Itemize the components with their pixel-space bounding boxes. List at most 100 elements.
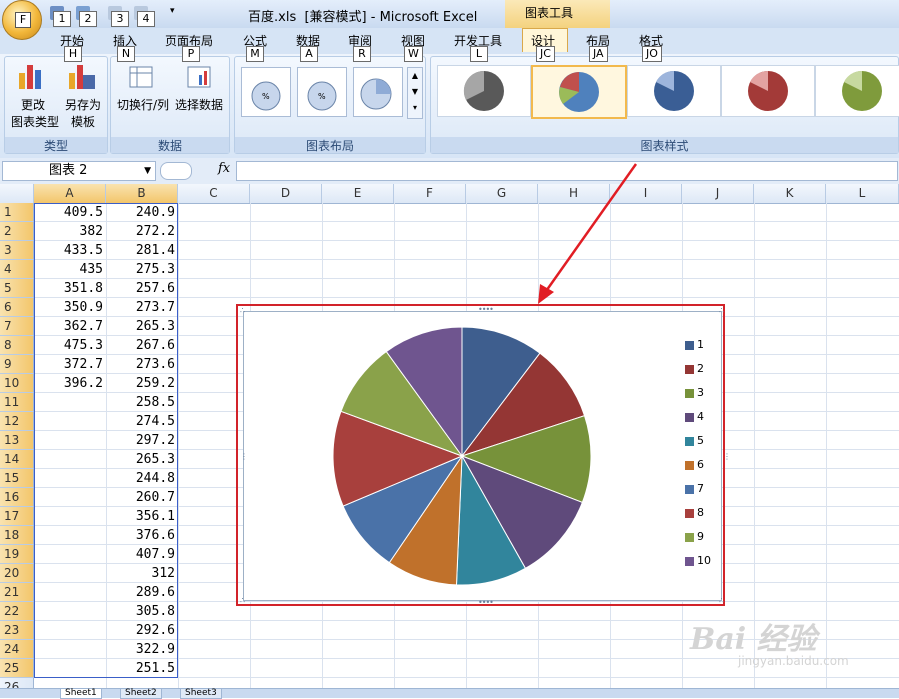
cell-b[interactable]: 376.6	[106, 526, 178, 545]
insert-function-icon[interactable]: fx	[218, 161, 230, 176]
save-as-template-button[interactable]: 另存为 模板	[60, 97, 106, 131]
row-header[interactable]: 7	[0, 317, 34, 336]
cell-a[interactable]: 372.7	[34, 355, 106, 374]
cell-b[interactable]: 260.7	[106, 488, 178, 507]
sheet-tab-1[interactable]: Sheet1	[60, 689, 102, 699]
cell-b[interactable]: 407.9	[106, 545, 178, 564]
row-header[interactable]: 20	[0, 564, 34, 583]
row-header[interactable]: 25	[0, 659, 34, 678]
cell-a[interactable]: 350.9	[34, 298, 106, 317]
row-header[interactable]: 1	[0, 203, 34, 222]
change-chart-type-button[interactable]: 更改 图表类型	[11, 97, 59, 131]
cell-a[interactable]: 409.5	[34, 203, 106, 222]
chart-style-1[interactable]	[437, 65, 531, 117]
column-header-e[interactable]: E	[322, 184, 394, 203]
cell-a[interactable]: 396.2	[34, 374, 106, 393]
cell-b[interactable]: 257.6	[106, 279, 178, 298]
column-header-c[interactable]: C	[178, 184, 250, 203]
column-header-k[interactable]: K	[754, 184, 826, 203]
cell-b[interactable]: 292.6	[106, 621, 178, 640]
row-header[interactable]: 22	[0, 602, 34, 621]
row-header[interactable]: 2	[0, 222, 34, 241]
switch-row-column-button[interactable]: 切换行/列	[115, 97, 171, 114]
chart-layout-3[interactable]	[353, 67, 403, 117]
cell-b[interactable]: 267.6	[106, 336, 178, 355]
cell-a[interactable]: 382	[34, 222, 106, 241]
cell-b[interactable]: 305.8	[106, 602, 178, 621]
cell-b[interactable]: 265.3	[106, 317, 178, 336]
column-header-a[interactable]: A	[34, 184, 106, 203]
resize-handle-left[interactable]: ⋮	[240, 452, 248, 461]
cell-b[interactable]: 281.4	[106, 241, 178, 260]
cell-b[interactable]: 322.9	[106, 640, 178, 659]
chart-style-4[interactable]	[721, 65, 815, 117]
row-header[interactable]: 23	[0, 621, 34, 640]
cell-b[interactable]: 275.3	[106, 260, 178, 279]
cell-b[interactable]: 273.7	[106, 298, 178, 317]
column-header-j[interactable]: J	[682, 184, 754, 203]
column-header-b[interactable]: B	[106, 184, 178, 203]
row-header[interactable]: 11	[0, 393, 34, 412]
row-header[interactable]: 14	[0, 450, 34, 469]
row-header[interactable]: 13	[0, 431, 34, 450]
resize-handle-right[interactable]: ⋮	[723, 452, 731, 461]
cell-a[interactable]: 362.7	[34, 317, 106, 336]
cell-b[interactable]: 274.5	[106, 412, 178, 431]
chart-style-5[interactable]	[815, 65, 899, 117]
cell-b[interactable]: 272.2	[106, 222, 178, 241]
sheet-tab-2[interactable]: Sheet2	[120, 689, 162, 699]
select-data-button[interactable]: 选择数据	[171, 97, 227, 114]
chart-style-2[interactable]	[531, 65, 627, 119]
cell-b[interactable]: 265.3	[106, 450, 178, 469]
cell-a[interactable]: 435	[34, 260, 106, 279]
office-button[interactable]: F	[2, 0, 42, 40]
cell-b[interactable]: 251.5	[106, 659, 178, 678]
resize-handle-bottom-left[interactable]: ∴	[240, 596, 245, 605]
chart-layout-2[interactable]: %	[297, 67, 347, 117]
resize-handle-top-left[interactable]: ∴	[240, 306, 245, 315]
chart-style-3[interactable]	[627, 65, 721, 117]
row-header[interactable]: 18	[0, 526, 34, 545]
cell-b[interactable]: 312	[106, 564, 178, 583]
row-header[interactable]: 24	[0, 640, 34, 659]
row-header[interactable]: 9	[0, 355, 34, 374]
row-header[interactable]: 12	[0, 412, 34, 431]
column-header-l[interactable]: L	[826, 184, 899, 203]
row-header[interactable]: 10	[0, 374, 34, 393]
chevron-down-icon[interactable]: ▼	[144, 162, 151, 180]
cell-a[interactable]: 351.8	[34, 279, 106, 298]
pie-plot[interactable]	[331, 325, 593, 587]
resize-handle-top[interactable]: ••••	[478, 305, 494, 314]
cell-a[interactable]: 433.5	[34, 241, 106, 260]
row-header[interactable]: 15	[0, 469, 34, 488]
row-header[interactable]: 5	[0, 279, 34, 298]
cell-b[interactable]: 356.1	[106, 507, 178, 526]
cell-b[interactable]: 289.6	[106, 583, 178, 602]
formula-expand-control[interactable]	[160, 162, 192, 180]
cell-b[interactable]: 240.9	[106, 203, 178, 222]
row-header[interactable]: 6	[0, 298, 34, 317]
cell-a[interactable]: 475.3	[34, 336, 106, 355]
column-header-d[interactable]: D	[250, 184, 322, 203]
resize-handle-top-right[interactable]: ∴	[719, 306, 724, 315]
cell-b[interactable]: 273.6	[106, 355, 178, 374]
cell-b[interactable]: 259.2	[106, 374, 178, 393]
row-header[interactable]: 16	[0, 488, 34, 507]
resize-handle-bottom[interactable]: ••••	[478, 598, 494, 607]
column-header-f[interactable]: F	[394, 184, 466, 203]
row-header[interactable]: 4	[0, 260, 34, 279]
row-header[interactable]: 21	[0, 583, 34, 602]
chart-layout-1[interactable]: %	[241, 67, 291, 117]
chevron-down-icon[interactable]: ▾	[170, 6, 175, 16]
row-header[interactable]: 3	[0, 241, 34, 260]
select-all-corner[interactable]	[0, 184, 34, 203]
column-header-g[interactable]: G	[466, 184, 538, 203]
name-box[interactable]: 图表 2 ▼	[2, 161, 156, 181]
layout-gallery-scroll[interactable]: ▲ ▼ ▾	[407, 67, 423, 119]
row-header[interactable]: 17	[0, 507, 34, 526]
cell-b[interactable]: 258.5	[106, 393, 178, 412]
sheet-tab-3[interactable]: Sheet3	[180, 689, 222, 699]
row-header[interactable]: 19	[0, 545, 34, 564]
cell-b[interactable]: 244.8	[106, 469, 178, 488]
cell-b[interactable]: 297.2	[106, 431, 178, 450]
